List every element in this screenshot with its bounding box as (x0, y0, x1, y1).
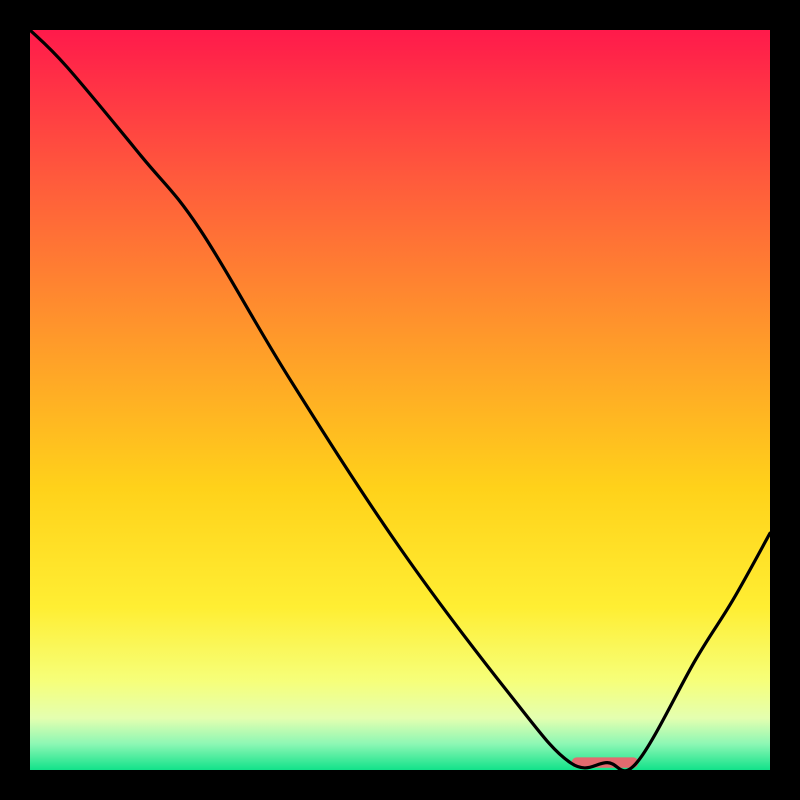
chart-frame: TheBottleneck.com (30, 30, 770, 770)
chart-background (30, 30, 770, 770)
bottleneck-chart (30, 30, 770, 770)
